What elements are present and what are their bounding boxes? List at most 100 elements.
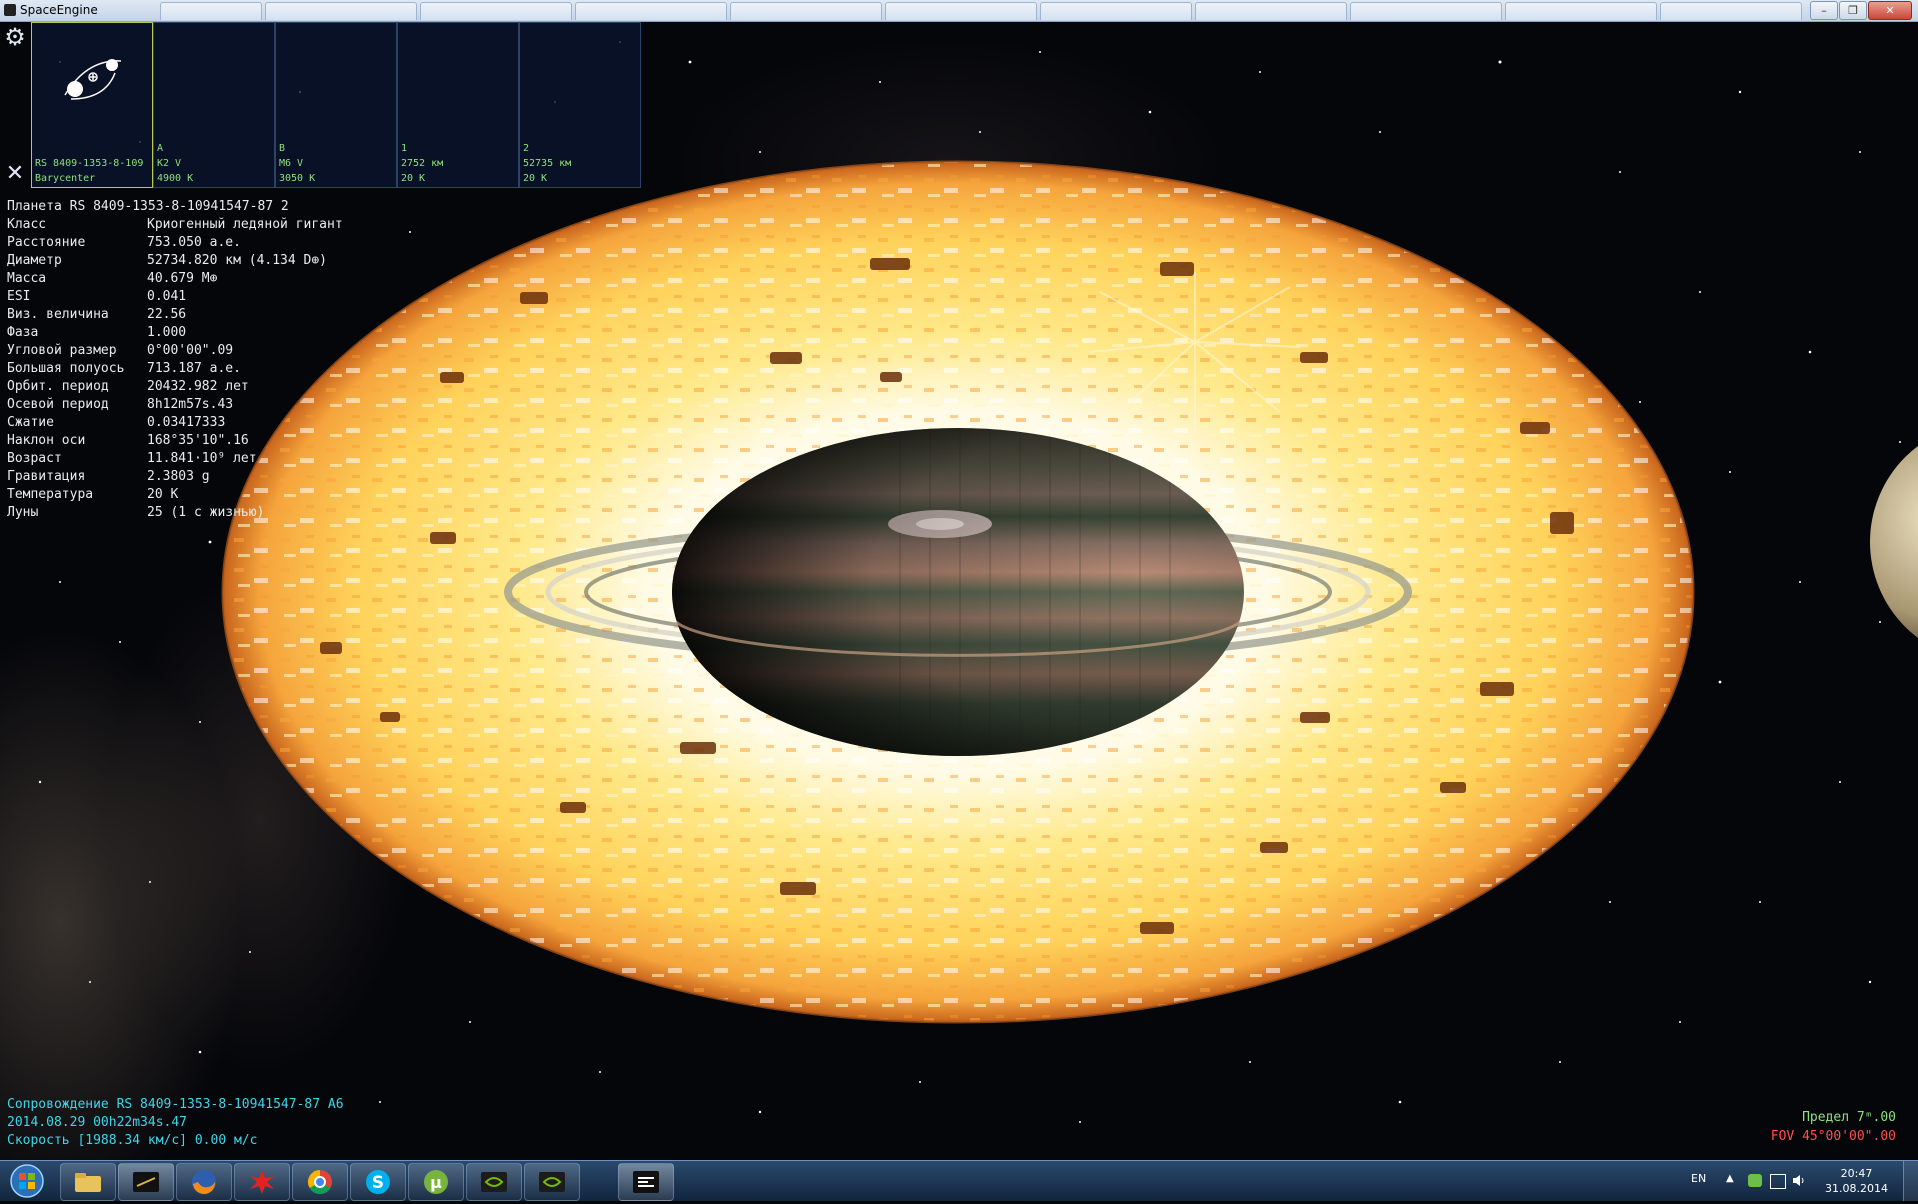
info-key: Возраст (7, 451, 62, 466)
background-tab (575, 2, 727, 20)
info-key: Виз. величина (7, 307, 109, 322)
info-row: Сжатие 0.03417333 (7, 414, 343, 432)
svg-text:S: S (372, 1173, 384, 1193)
info-row: Расстояние 753.050 а.е. (7, 234, 343, 252)
info-value: Криогенный ледяной гигант (147, 217, 343, 232)
speed-readout: Скорость [1988.34 км/с] 0.00 м/с (7, 1133, 258, 1148)
object-card-barycenter[interactable]: RS 8409-1353-8-109 Barycenter (31, 22, 153, 188)
card-line-1: B (279, 143, 286, 154)
magnitude-limit: Предел 7ᵐ.00 (1802, 1110, 1896, 1125)
background-tab (1195, 2, 1347, 20)
close-window-button[interactable]: ✕ (1868, 1, 1912, 20)
taskbar-chrome[interactable] (292, 1163, 348, 1201)
taskbar-utorrent[interactable]: µ (408, 1163, 464, 1201)
svg-text:µ: µ (430, 1173, 442, 1192)
info-key: Класс (7, 217, 47, 232)
object-card-star-a[interactable]: A K2 V 4900 K (153, 22, 275, 188)
card-line-2: 2752 км (401, 158, 444, 169)
language-indicator[interactable]: EN (1691, 1172, 1706, 1185)
info-key: Сжатие (7, 415, 54, 430)
info-row: Осевой период 8h12m57s.43 (7, 396, 343, 414)
background-tab (420, 2, 572, 20)
hud-status: Сопровождение RS 8409-1353-8-10941547-87… (7, 1096, 344, 1150)
info-value: 52734.820 км (4.134 D⊕) (147, 253, 328, 268)
info-key: Масса (7, 271, 47, 286)
card-line-3: Barycenter (35, 173, 96, 184)
info-row: Класс Криогенный ледяной гигант (7, 216, 343, 234)
info-row: Масса 40.679 M⊕ (7, 270, 343, 288)
card-line-1: 2 (523, 143, 530, 154)
taskbar: S µ EN ▲ 20:47 31.08.2014 (0, 1160, 1918, 1201)
background-tab (1040, 2, 1192, 20)
barycenter-icon (64, 59, 122, 100)
info-row: Орбит. период 20432.982 лет (7, 378, 343, 396)
spaceengine-icon (633, 1171, 659, 1193)
start-button[interactable] (4, 1162, 50, 1200)
close-icon[interactable]: ✕ (0, 158, 30, 188)
follow-status: Сопровождение RS 8409-1353-8-10941547-87… (7, 1097, 344, 1112)
info-row: Температура 20 K (7, 486, 343, 504)
hud-view: Предел 7ᵐ.00 FOV 45°00'00".00 (1771, 1108, 1896, 1146)
info-value: 40.679 M⊕ (147, 271, 218, 286)
taskbar-explorer[interactable] (60, 1163, 116, 1201)
info-value: 713.187 а.е. (147, 361, 241, 376)
background-tab (1660, 2, 1802, 20)
utorrent-icon: µ (424, 1170, 448, 1194)
card-line-3: 20 K (523, 173, 548, 184)
taskbar-nvidia-2[interactable] (524, 1163, 580, 1201)
scene-render (38, 41, 1918, 1123)
windows-logo-icon (10, 1164, 44, 1198)
card-line-1: 1 (401, 143, 408, 154)
info-row: Гравитация 2.3803 g (7, 468, 343, 486)
info-key: Осевой период (7, 397, 109, 412)
skype-icon: S (366, 1170, 390, 1194)
tray-app-icon[interactable] (1748, 1174, 1762, 1187)
clock-date: 31.08.2014 (1825, 1182, 1888, 1195)
app-icon (4, 4, 16, 16)
background-tab (730, 2, 882, 20)
info-key: Температура (7, 487, 94, 502)
info-row: ESI 0.041 (7, 288, 343, 306)
object-title: Планета RS 8409-1353-8-10941547-87 2 (7, 199, 289, 214)
taskbar-firefox[interactable] (176, 1163, 232, 1201)
info-key: ESI (7, 289, 31, 304)
object-card-star-b[interactable]: B M6 V 3050 K (275, 22, 397, 188)
show-desktop-button[interactable] (1903, 1161, 1918, 1201)
info-row: Виз. величина 22.56 (7, 306, 343, 324)
volume-icon[interactable] (1792, 1174, 1806, 1187)
info-value: 168°35'10".16 (147, 433, 249, 448)
object-info-panel: Планета RS 8409-1353-8-10941547-87 2 Кла… (7, 198, 343, 522)
minimize-button[interactable]: – (1810, 1, 1838, 20)
info-key: Диаметр (7, 253, 62, 268)
background-tab (265, 2, 417, 20)
taskbar-splash-app[interactable] (234, 1163, 290, 1201)
card-line-3: 3050 K (279, 173, 316, 184)
selection-bar: ⚙ ✕ RS 8409-1353-8-109 Barycenter A K2 V… (0, 22, 642, 188)
info-value: 1.000 (147, 325, 187, 340)
info-value: 753.050 а.е. (147, 235, 241, 250)
taskbar-terminal[interactable] (118, 1163, 174, 1201)
space-viewport[interactable] (0, 22, 1918, 1160)
info-value: 0.03417333 (147, 415, 226, 430)
info-row: Луны 25 (1 с жизнью) (7, 504, 343, 522)
info-key: Луны (7, 505, 39, 520)
info-key: Фаза (7, 325, 39, 340)
info-key: Угловой размер (7, 343, 117, 358)
taskbar-clock[interactable]: 20:47 31.08.2014 (1825, 1166, 1888, 1196)
info-row: Наклон оси 168°35'10".16 (7, 432, 343, 450)
taskbar-nvidia-1[interactable] (466, 1163, 522, 1201)
card-line-2: 52735 км (523, 158, 572, 169)
taskbar-skype[interactable]: S (350, 1163, 406, 1201)
card-line-3: 20 K (401, 173, 426, 184)
info-value: 0.041 (147, 289, 187, 304)
card-line-2: K2 V (157, 158, 182, 169)
taskbar-spaceengine[interactable] (618, 1163, 674, 1201)
sim-datetime: 2014.08.29 00h22m34s.47 (7, 1115, 188, 1130)
maximize-button[interactable]: ❐ (1839, 1, 1867, 20)
object-card-planet-2[interactable]: 2 52735 км 20 K (519, 22, 641, 188)
background-tab (1350, 2, 1502, 20)
network-icon[interactable] (1770, 1174, 1786, 1189)
gear-icon[interactable]: ⚙ (0, 22, 30, 52)
object-card-planet-1[interactable]: 1 2752 км 20 K (397, 22, 519, 188)
show-hidden-icons-button[interactable]: ▲ (1726, 1173, 1734, 1184)
